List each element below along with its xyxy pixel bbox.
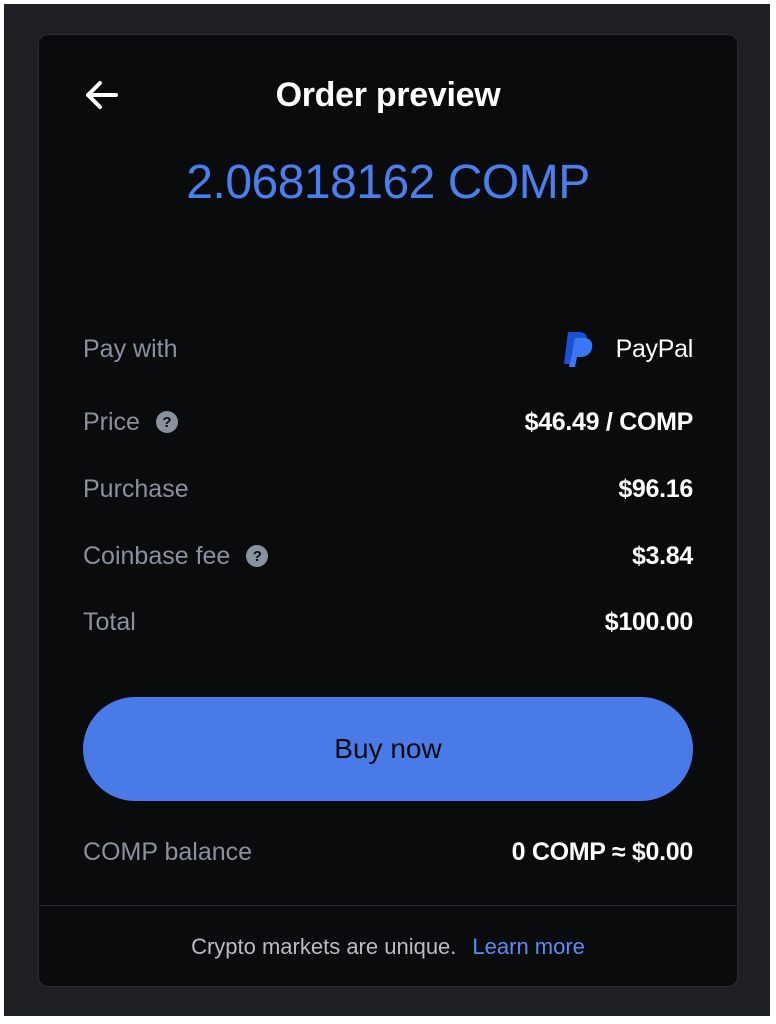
learn-more-link[interactable]: Learn more [472,934,585,960]
purchase-row: Purchase $96.16 [83,469,693,509]
fee-row: Coinbase fee ? $3.84 [83,536,693,576]
page-title: Order preview [275,76,501,114]
footer-text: Crypto markets are unique. [191,934,457,959]
footer-divider [39,905,737,906]
paypal-icon [562,330,596,368]
fee-help-icon[interactable]: ? [246,545,269,567]
balance-row: COMP balance 0 COMP ≈ $0.00 [83,832,693,872]
price-label-group: Price ? [83,408,178,437]
total-label: Total [83,607,136,636]
price-value: $46.49 / COMP [524,407,694,436]
fee-value: $3.84 [631,541,693,570]
footer: Crypto markets are unique. Learn more [39,927,737,967]
price-label: Price [83,407,140,436]
buy-now-button[interactable]: Buy now [83,697,693,801]
order-preview-card: Order preview 2.06818162 COMP Pay with P… [38,34,738,987]
balance-label: COMP balance [83,837,253,866]
price-help-icon[interactable]: ? [155,411,178,433]
window-frame: Order preview 2.06818162 COMP Pay with P… [4,4,770,1016]
fee-label-group: Coinbase fee ? [83,541,269,571]
pay-with-label: Pay with [83,334,178,363]
pay-with-row: Pay with PayPal [83,329,693,369]
price-row: Price ? $46.49 / COMP [83,402,693,442]
payment-method[interactable]: PayPal [562,330,693,368]
payment-method-label: PayPal [615,334,694,363]
total-row: Total $100.00 [83,602,693,642]
total-value: $100.00 [604,607,694,636]
balance-value: 0 COMP ≈ $0.00 [511,837,694,866]
order-amount: 2.06818162 COMP [186,156,590,209]
purchase-label: Purchase [83,474,189,503]
fee-label: Coinbase fee [83,541,231,570]
purchase-value: $96.16 [618,474,693,503]
